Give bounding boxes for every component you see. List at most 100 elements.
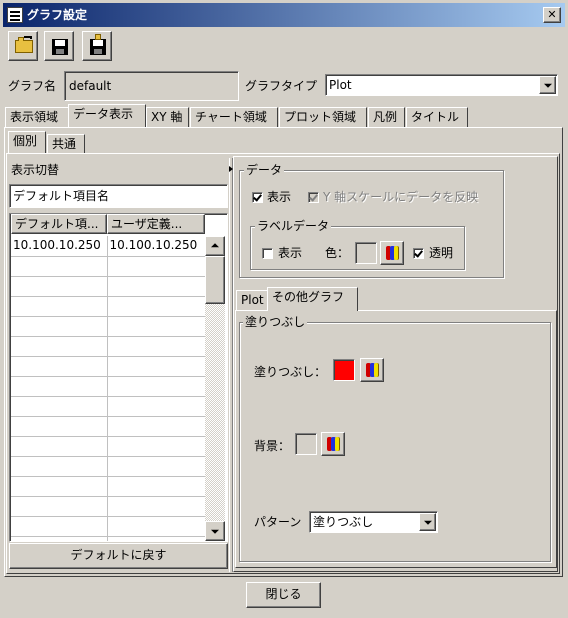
table-row[interactable] xyxy=(11,476,205,497)
empty-cell[interactable] xyxy=(11,416,108,437)
table-row[interactable] xyxy=(11,536,205,541)
table-row[interactable] xyxy=(11,496,205,517)
tab-title[interactable]: タイトル xyxy=(406,107,468,127)
empty-cell[interactable] xyxy=(107,536,205,541)
tab-xy-axis[interactable]: XY 軸 xyxy=(146,107,189,127)
empty-cell[interactable] xyxy=(11,456,108,477)
empty-cell[interactable] xyxy=(11,536,108,541)
tab-plot-area[interactable]: プロット領域 xyxy=(279,107,367,127)
tab-plot[interactable]: Plot xyxy=(236,290,268,310)
graph-type-select[interactable]: Plot xyxy=(325,74,558,96)
table-row[interactable] xyxy=(11,356,205,377)
table-row[interactable] xyxy=(11,396,205,417)
graph-name-field[interactable]: default xyxy=(64,71,239,101)
tab-display-area[interactable]: 表示領域 xyxy=(5,107,69,127)
empty-cell[interactable] xyxy=(107,336,205,357)
empty-cell[interactable] xyxy=(107,276,205,297)
pattern-label: パターン xyxy=(254,515,302,529)
tab-data-display[interactable]: データ表示 xyxy=(68,104,146,127)
data-show-checkbox[interactable] xyxy=(252,192,263,203)
label-color-swatch[interactable] xyxy=(355,242,377,264)
table-row[interactable] xyxy=(11,316,205,337)
close-button[interactable]: 閉じる xyxy=(246,582,321,608)
graph-name-label: グラフ名 xyxy=(8,79,57,93)
table-row[interactable] xyxy=(11,296,205,317)
data-group-title: データ xyxy=(244,163,285,177)
empty-cell[interactable] xyxy=(107,376,205,397)
window-title: グラフ設定 xyxy=(27,8,88,22)
empty-cell[interactable] xyxy=(107,356,205,377)
label-show-label: 表示 xyxy=(278,246,303,260)
scroll-down-button[interactable] xyxy=(205,521,225,541)
empty-cell[interactable] xyxy=(107,316,205,337)
empty-cell[interactable] xyxy=(11,336,108,357)
table-row[interactable] xyxy=(11,376,205,397)
graph-type-label: グラフタイプ xyxy=(245,79,318,93)
fill-color-picker-button[interactable] xyxy=(360,358,384,382)
empty-cell[interactable] xyxy=(11,356,108,377)
empty-cell[interactable] xyxy=(107,476,205,497)
close-window-button[interactable]: ✕ xyxy=(543,7,561,23)
save-button[interactable] xyxy=(44,31,74,61)
empty-cell[interactable] xyxy=(11,516,108,537)
empty-cell[interactable] xyxy=(107,296,205,317)
empty-cell[interactable] xyxy=(107,496,205,517)
table-row[interactable] xyxy=(11,276,205,297)
background-color-swatch[interactable] xyxy=(295,433,317,455)
default-item-name-field[interactable]: デフォルト項目名 xyxy=(9,184,228,208)
transparent-checkbox[interactable] xyxy=(413,248,424,259)
table-row[interactable] xyxy=(11,336,205,357)
empty-cell[interactable] xyxy=(107,396,205,417)
table-row[interactable] xyxy=(11,516,205,537)
tab-other-graph[interactable]: その他グラフ xyxy=(267,287,358,311)
item-table: デフォルト項... ユーザ定義... 10.100.10.250 10.100.1… xyxy=(9,213,228,542)
empty-cell[interactable] xyxy=(11,296,108,317)
tab-individual[interactable]: 個別 xyxy=(8,131,46,153)
empty-cell[interactable] xyxy=(107,516,205,537)
empty-cell[interactable] xyxy=(11,276,108,297)
table-row[interactable] xyxy=(11,416,205,437)
dropdown-button[interactable] xyxy=(539,76,556,94)
reset-default-button[interactable]: デフォルトに戻す xyxy=(9,543,228,569)
table-scrollbar[interactable] xyxy=(205,236,225,541)
empty-cell[interactable] xyxy=(107,436,205,457)
column-header-user[interactable]: ユーザ定義... xyxy=(107,214,205,234)
table-row[interactable] xyxy=(11,436,205,457)
tab-common[interactable]: 共通 xyxy=(47,134,85,154)
empty-cell[interactable] xyxy=(11,316,108,337)
table-row[interactable] xyxy=(11,456,205,477)
y-scale-checkbox[interactable] xyxy=(308,192,319,203)
label-show-checkbox[interactable] xyxy=(262,248,273,259)
empty-cell[interactable] xyxy=(107,256,205,277)
background-color-picker-button[interactable] xyxy=(321,432,345,456)
table-row[interactable]: 10.100.10.250 10.100.10.250 xyxy=(11,236,205,257)
empty-cell[interactable] xyxy=(107,416,205,437)
empty-cell[interactable] xyxy=(11,256,108,277)
scroll-thumb[interactable] xyxy=(205,256,225,304)
tab-legend[interactable]: 凡例 xyxy=(368,107,405,127)
pattern-dropdown-button[interactable] xyxy=(419,513,436,531)
tab-chart-area[interactable]: チャート領域 xyxy=(190,107,278,127)
table-row[interactable] xyxy=(11,256,205,277)
label-color-picker-button[interactable] xyxy=(380,241,404,265)
save-as-button[interactable] xyxy=(82,31,112,61)
empty-cell[interactable] xyxy=(11,476,108,497)
empty-cell[interactable] xyxy=(11,396,108,417)
table-body: 10.100.10.250 10.100.10.250 xyxy=(11,236,205,541)
open-button[interactable] xyxy=(8,31,38,61)
scroll-up-button[interactable] xyxy=(205,236,225,256)
fill-color-swatch[interactable] xyxy=(333,359,355,381)
save-as-icon xyxy=(90,39,106,55)
cell-user-name[interactable]: 10.100.10.250 xyxy=(107,236,205,257)
graph-type-value: Plot xyxy=(329,78,352,92)
splitter-handle[interactable] xyxy=(229,158,233,572)
splitter-arrow-icon[interactable] xyxy=(229,166,233,172)
pattern-select[interactable]: 塗りつぶし xyxy=(309,511,438,533)
empty-cell[interactable] xyxy=(11,496,108,517)
empty-cell[interactable] xyxy=(107,456,205,477)
column-header-default[interactable]: デフォルト項... xyxy=(11,214,107,234)
empty-cell[interactable] xyxy=(11,376,108,397)
empty-cell[interactable] xyxy=(11,436,108,457)
table-grid: 10.100.10.250 10.100.10.250 xyxy=(11,236,205,541)
cell-default-name[interactable]: 10.100.10.250 xyxy=(11,236,108,257)
